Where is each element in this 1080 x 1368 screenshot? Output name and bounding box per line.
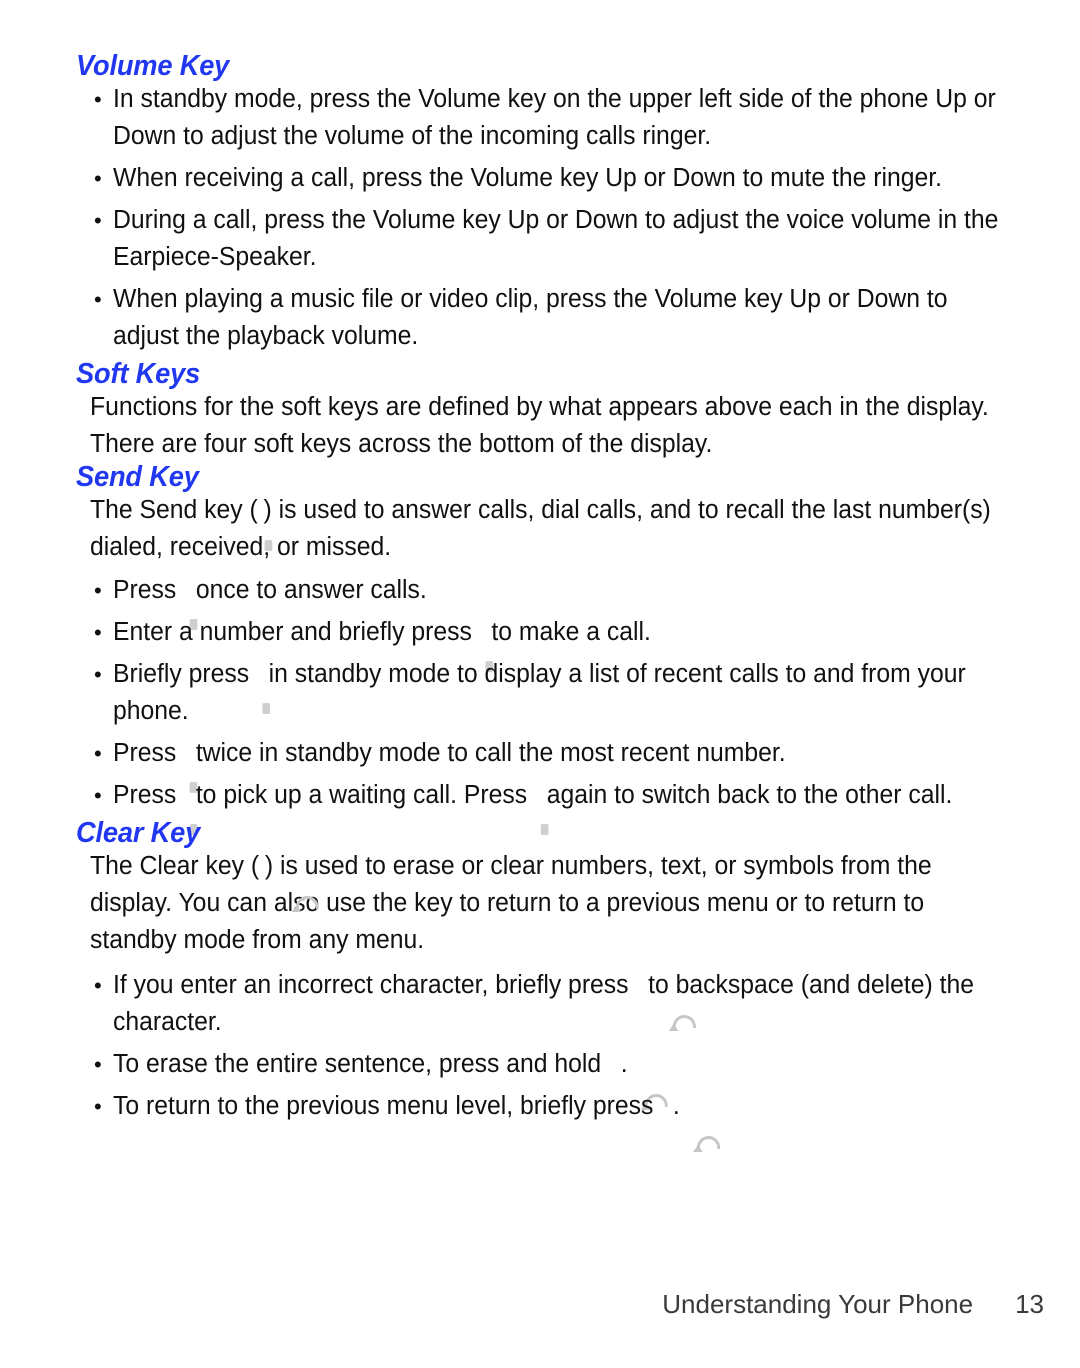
list-item: Press twice in standby mode to call the … xyxy=(76,735,1026,793)
send-key-paragraph: The Send key () is used to answer calls,… xyxy=(90,492,998,566)
list-item: Enter a number and briefly press to make… xyxy=(76,614,1026,672)
list-item-text-before: Briefly press xyxy=(113,660,250,688)
list-item-text: When playing a music file or video clip,… xyxy=(113,285,948,350)
list-item: Briefly press in standby mode to display… xyxy=(76,656,1026,730)
list-item-text: During a call, press the Volume key Up o… xyxy=(113,206,999,271)
heading-clear-key: Clear Key xyxy=(76,817,201,849)
page-footer: Understanding Your Phone 13 xyxy=(0,1289,1080,1320)
list-item-text-after: . xyxy=(672,1092,680,1120)
heading-volume-key: Volume Key xyxy=(76,50,230,82)
volume-key-bullet-list: In standby mode, press the Volume key on… xyxy=(76,81,1026,355)
list-item-text-before: Press xyxy=(113,739,177,767)
list-item-text-after: . xyxy=(620,1050,628,1078)
list-item-text-after: to make a call. xyxy=(491,618,651,646)
soft-keys-paragraph: Functions for the soft keys are defined … xyxy=(90,393,989,458)
list-item-text-before: To return to the previous menu level, br… xyxy=(113,1092,654,1120)
heading-send-key: Send Key xyxy=(76,461,199,493)
list-item-text-mid: to pick up a waiting call. Press xyxy=(195,781,528,809)
send-key-intro-before: The Send key ( xyxy=(90,496,258,524)
list-item: Press to pick up a waiting call. Press a… xyxy=(76,777,1026,835)
list-item-text-before: If you enter an incorrect character, bri… xyxy=(113,971,629,999)
clear-key-intro-before: The Clear key ( xyxy=(90,852,260,880)
list-item: To erase the entire sentence, press and … xyxy=(76,1046,1026,1110)
list-item: In standby mode, press the Volume key on… xyxy=(76,81,1026,155)
list-item-text: In standby mode, press the Volume key on… xyxy=(113,85,996,150)
list-item-text-after: once to answer calls. xyxy=(195,576,427,604)
list-item-text-after: twice in standby mode to call the most r… xyxy=(195,739,786,767)
list-item-text-before: Press xyxy=(113,576,177,604)
footer-title: Understanding Your Phone xyxy=(662,1289,974,1319)
clear-key-bullet-list: If you enter an incorrect character, bri… xyxy=(76,967,1026,1152)
heading-soft-keys: Soft Keys xyxy=(76,358,201,390)
list-item-text: When receiving a call, press the Volume … xyxy=(113,164,943,192)
list-item-text-before: To erase the entire sentence, press and … xyxy=(113,1050,602,1078)
list-item: To return to the previous menu level, br… xyxy=(76,1088,1026,1152)
page-content: Volume Key In standby mode, press the Vo… xyxy=(76,50,1026,1152)
list-item: When receiving a call, press the Volume … xyxy=(76,160,1026,197)
send-key-bullet-list: Press once to answer calls. Enter a numb… xyxy=(76,572,1026,835)
list-item: If you enter an incorrect character, bri… xyxy=(76,967,1026,1041)
page-number: 13 xyxy=(1015,1289,1044,1319)
list-item-text-before: Press xyxy=(113,781,177,809)
list-item: During a call, press the Volume key Up o… xyxy=(76,202,1026,276)
clear-key-paragraph: The Clear key () is used to erase or cle… xyxy=(90,848,998,959)
list-item-text-before: Enter a number and briefly press xyxy=(113,618,472,646)
list-item: When playing a music file or video clip,… xyxy=(76,281,1026,355)
document-page: Volume Key In standby mode, press the Vo… xyxy=(0,0,1080,1368)
list-item: Press once to answer calls. xyxy=(76,572,1026,630)
list-item-text-after: again to switch back to the other call. xyxy=(546,781,953,809)
